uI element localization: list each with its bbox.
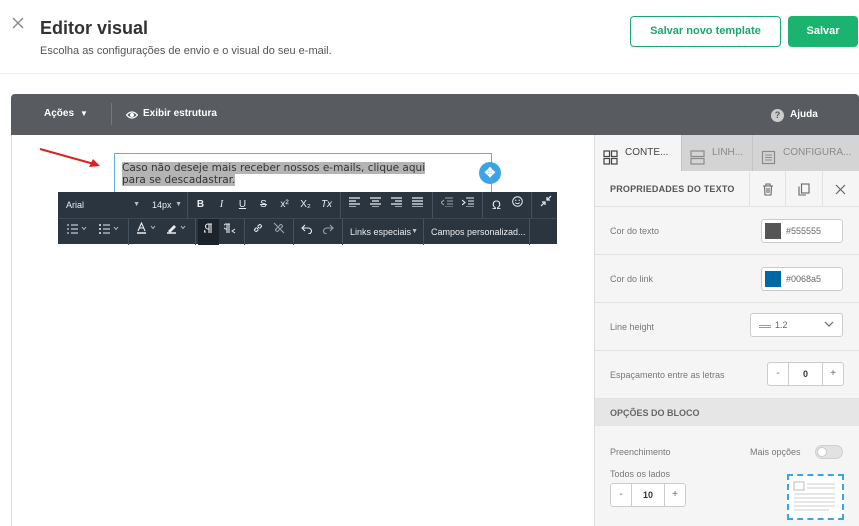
save-button[interactable]: Salvar <box>788 16 858 47</box>
link-icon[interactable] <box>247 219 268 245</box>
letter-spacing-value[interactable]: 0 <box>788 363 823 385</box>
properties-panel: CONTE... LINH... CONFIGURA... PROPRIEDAD… <box>594 135 859 526</box>
increment-button[interactable]: + <box>823 363 843 385</box>
special-links-dropdown[interactable]: Links especiais ▼ <box>342 219 422 245</box>
tab-settings[interactable]: CONFIGURA... <box>753 135 859 171</box>
link-color-picker[interactable]: #0068a5 <box>761 267 843 291</box>
color-swatch <box>765 223 781 239</box>
highlight-color-icon[interactable] <box>162 219 192 245</box>
align-center-icon[interactable] <box>365 192 386 218</box>
italic-button[interactable]: I <box>211 192 232 218</box>
header: Editor visual Escolha as configurações d… <box>0 0 859 74</box>
text-color-value: #555555 <box>786 226 822 236</box>
decrement-button[interactable]: - <box>768 363 788 385</box>
all-sides-label: Todos os lados <box>610 469 671 479</box>
block-options-title: OPÇÕES DO BLOCO <box>610 408 700 418</box>
rows-icon <box>690 145 705 165</box>
toggle-knob <box>817 447 827 457</box>
line-height-select[interactable]: 1.2 <box>750 313 843 337</box>
align-left-icon[interactable] <box>344 192 365 218</box>
collapse-icon[interactable] <box>534 192 557 218</box>
emoji-icon[interactable] <box>507 192 528 218</box>
show-structure-button[interactable]: Exibir estrutura <box>143 108 217 119</box>
clear-format-button[interactable]: Tx <box>316 192 337 218</box>
letter-spacing-label: Espaçamento entre as letras <box>610 370 725 380</box>
close-icon[interactable] <box>822 171 858 207</box>
page-subtitle: Escolha as configurações de envio e o vi… <box>40 45 332 57</box>
link-color-label: Cor do link <box>610 274 654 284</box>
padding-preview-image <box>787 474 844 520</box>
text-color-row: Cor do texto #555555 <box>595 207 859 255</box>
ltr-paragraph-icon[interactable] <box>198 219 219 245</box>
unlink-icon[interactable] <box>268 219 289 245</box>
strikethrough-button[interactable]: S <box>253 192 274 218</box>
block-options-header: OPÇÕES DO BLOCO <box>595 399 859 426</box>
text-color-picker[interactable]: #555555 <box>761 219 843 243</box>
grid-icon <box>603 145 618 165</box>
divider <box>111 103 112 125</box>
align-justify-icon[interactable] <box>407 192 428 218</box>
selected-text-block[interactable]: Caso não deseje mais receber nossos e-ma… <box>114 153 492 193</box>
rtl-paragraph-icon[interactable] <box>219 219 240 245</box>
trash-icon[interactable] <box>749 171 785 207</box>
underline-button[interactable]: U <box>232 192 253 218</box>
line-height-row: Line height 1.2 <box>595 303 859 351</box>
text-editor-toolbar: Arial ▼ 14px ▼ B I U S x² X₂ Tx Ω Links … <box>58 192 557 245</box>
help-icon[interactable]: ? <box>771 109 784 122</box>
line-height-icon <box>759 325 771 328</box>
visual-editor-page: Editor visual Escolha as configurações d… <box>0 0 859 526</box>
help-link[interactable]: Ajuda <box>790 109 818 120</box>
actions-menu[interactable]: Ações ▼ <box>44 108 88 119</box>
settings-doc-icon <box>761 145 776 165</box>
link-color-value: #0068a5 <box>786 274 822 284</box>
link-color-row: Cor do link #0068a5 <box>595 255 859 303</box>
chevron-down-icon <box>824 319 834 331</box>
letter-spacing-row: Espaçamento entre as letras - 0 + <box>595 351 859 399</box>
outdent-icon[interactable] <box>436 192 457 218</box>
padding-stepper: - 10 + <box>610 483 686 507</box>
custom-fields-dropdown[interactable]: Campos personalizad... <box>423 219 528 245</box>
text-properties-header: PROPRIEDADES DO TEXTO <box>595 171 859 207</box>
font-family-select[interactable]: Arial ▼ <box>58 192 144 218</box>
more-options-toggle[interactable] <box>815 445 843 459</box>
line-height-label: Line height <box>610 322 655 332</box>
line-height-value: 1.2 <box>775 320 788 330</box>
text-color-label: Cor do texto <box>610 226 660 236</box>
align-right-icon[interactable] <box>386 192 407 218</box>
ordered-list-icon[interactable] <box>62 219 92 245</box>
duplicate-icon[interactable] <box>785 171 821 207</box>
decrement-button[interactable]: - <box>611 484 631 506</box>
special-chars-button[interactable]: Ω <box>486 192 507 218</box>
increment-button[interactable]: + <box>665 484 685 506</box>
chevron-down-icon: ▼ <box>80 109 88 118</box>
text-block-content[interactable]: Caso não deseje mais receber nossos e-ma… <box>122 162 442 186</box>
tab-content[interactable]: CONTE... <box>595 135 681 171</box>
undo-icon[interactable] <box>296 219 317 245</box>
color-swatch <box>765 271 781 287</box>
redo-icon[interactable] <box>317 219 338 245</box>
unordered-list-icon[interactable] <box>94 219 124 245</box>
save-new-template-button[interactable]: Salvar novo template <box>630 16 781 47</box>
font-size-select[interactable]: 14px ▼ <box>144 192 186 218</box>
more-options-label: Mais opções <box>750 447 801 457</box>
letter-spacing-stepper: - 0 + <box>767 362 844 386</box>
eye-icon[interactable] <box>125 108 139 120</box>
text-color-icon[interactable] <box>132 219 162 245</box>
page-title: Editor visual <box>40 18 149 38</box>
subscript-button[interactable]: X₂ <box>295 192 316 218</box>
close-icon[interactable] <box>11 16 27 32</box>
bold-button[interactable]: B <box>190 192 211 218</box>
actions-label: Ações <box>44 108 75 119</box>
editor-topbar: Ações ▼ Exibir estrutura ? Ajuda <box>11 94 859 135</box>
tab-rows[interactable]: LINH... <box>682 135 752 171</box>
text-properties-title: PROPRIEDADES DO TEXTO <box>610 184 735 194</box>
indent-icon[interactable] <box>457 192 478 218</box>
padding-label: Preenchimento <box>610 447 671 457</box>
panel-tabs: CONTE... LINH... CONFIGURA... <box>595 135 859 171</box>
padding-value[interactable]: 10 <box>631 484 665 506</box>
superscript-button[interactable]: x² <box>274 192 295 218</box>
move-icon[interactable]: ✥ <box>479 162 501 184</box>
red-arrow-annotation <box>39 148 100 167</box>
